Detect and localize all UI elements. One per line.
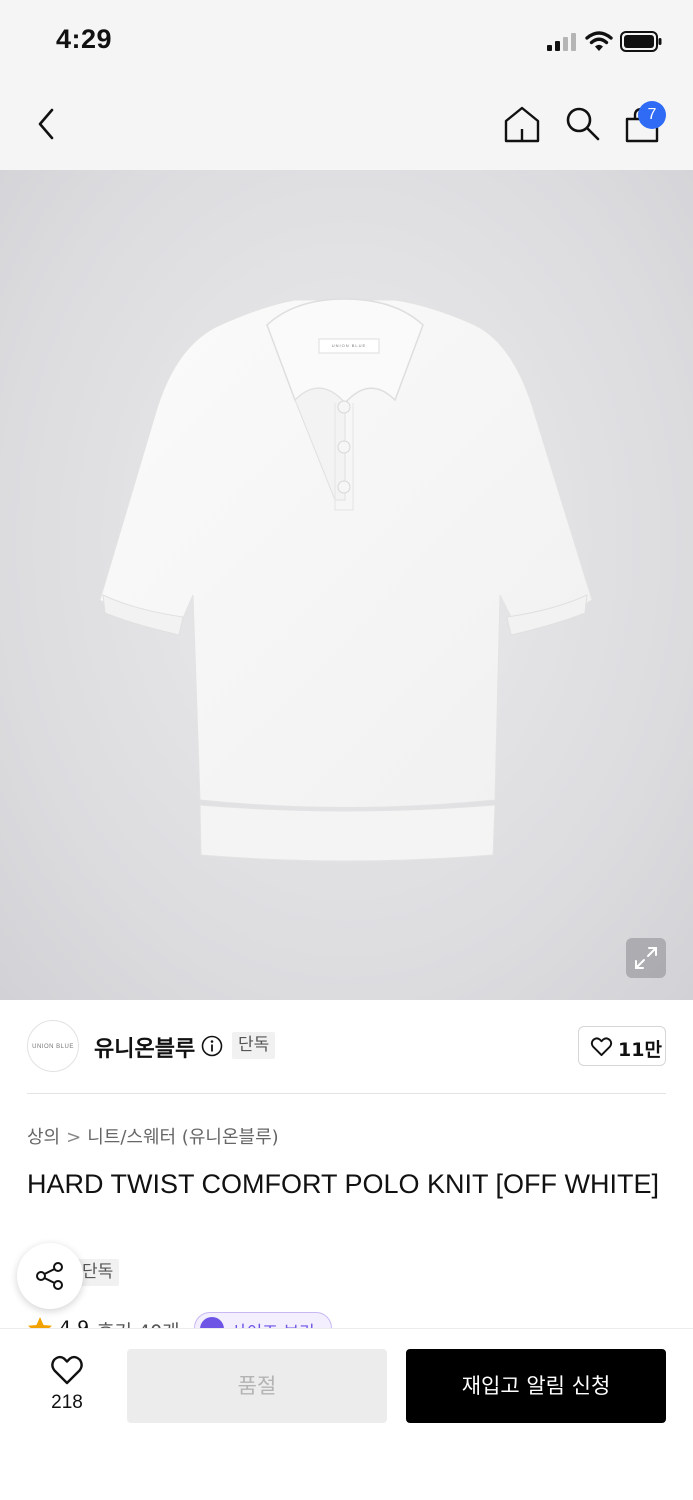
share-icon (36, 1262, 63, 1290)
status-time: 4:29 (56, 24, 113, 54)
brand-exclusive-tag: 단독 (232, 1032, 276, 1059)
top-navigation-bar (0, 84, 693, 170)
cellular-signal-icon (547, 33, 576, 51)
search-icon[interactable] (562, 104, 602, 144)
brand-name[interactable]: 유니온블루 (94, 1031, 195, 1063)
wishlist-button[interactable]: 218 (40, 1352, 94, 1418)
product-image[interactable]: UNION BLUE (0, 170, 693, 1000)
rating-row: 4.9 후기 40개 사이즈 보기 (0, 1310, 693, 1330)
brand-like-count: 11만 (618, 1039, 662, 1061)
soldout-button[interactable]: 품절 (127, 1349, 387, 1423)
restock-alert-button[interactable]: 재입고 알림 신청 (406, 1349, 666, 1423)
product-title: HARD TWIST COMFORT POLO KNIT [OFF WHITE] (27, 1169, 660, 1199)
info-icon[interactable] (201, 1035, 223, 1057)
heart-icon (51, 1355, 83, 1385)
expand-icon (635, 947, 657, 969)
brand-logo-text: UNION BLUE (32, 1044, 74, 1050)
brand-logo[interactable]: UNION BLUE (27, 1020, 79, 1072)
cart-count-badge: 7 (638, 101, 666, 129)
heart-icon (590, 1037, 613, 1057)
divider (27, 1093, 666, 1094)
breadcrumb-category[interactable]: 상의 (27, 1127, 60, 1148)
status-bar: 4:29 (0, 0, 693, 84)
expand-image-button[interactable] (626, 938, 666, 978)
wishlist-count: 218 (51, 1392, 83, 1413)
wifi-icon (585, 31, 613, 51)
battery-icon (620, 31, 662, 52)
garment-label-text: UNION BLUE (331, 343, 367, 348)
breadcrumb-separator: > (66, 1127, 82, 1148)
share-button[interactable] (17, 1243, 83, 1309)
back-icon[interactable] (30, 104, 66, 144)
breadcrumb-subcategory[interactable]: 니트/스웨터 (유니온블루) (87, 1127, 278, 1148)
polo-shirt-illustration (99, 298, 593, 862)
brand-like-button[interactable]: 11만 (578, 1026, 666, 1066)
breadcrumb: 상의 > 니트/스웨터 (유니온블루) (27, 1123, 279, 1149)
home-icon[interactable] (502, 104, 542, 144)
